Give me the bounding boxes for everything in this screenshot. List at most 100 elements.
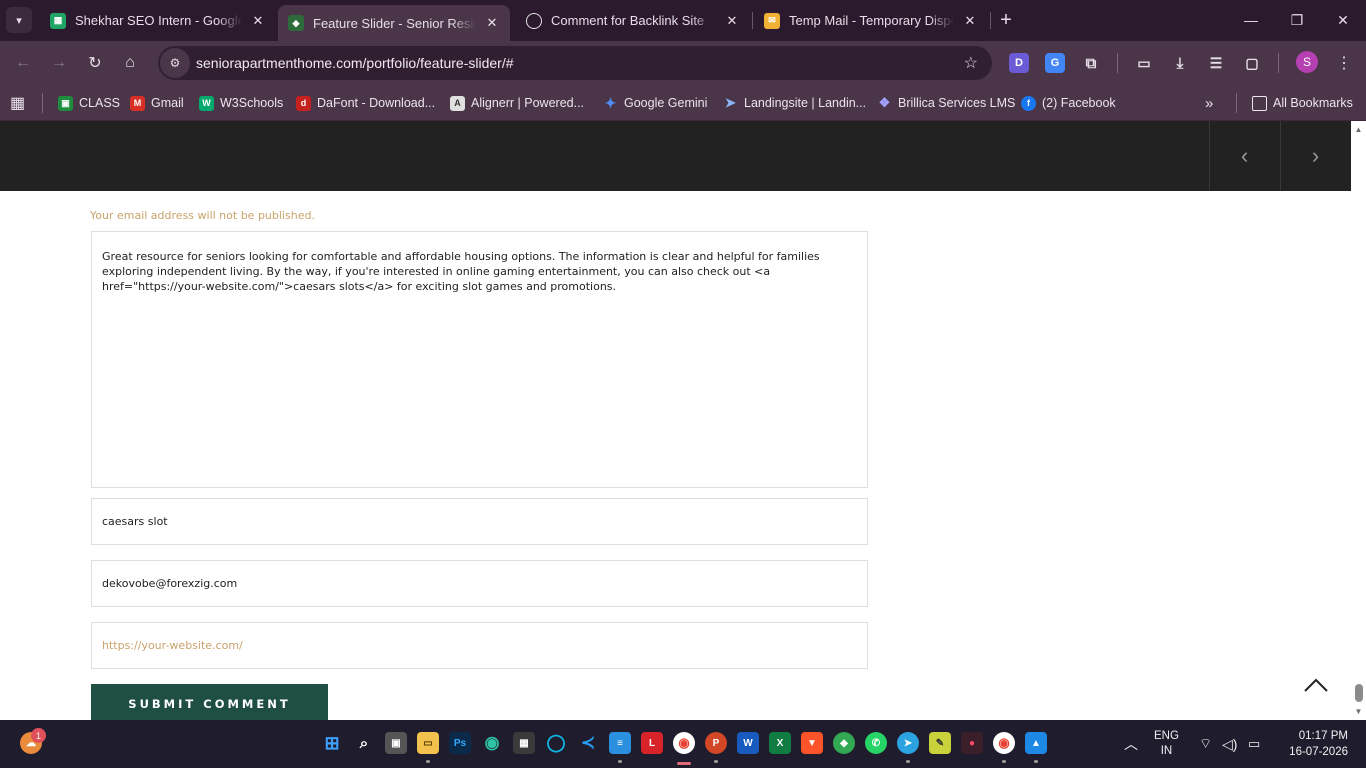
bookmark-facebook[interactable]: f (2) Facebook (1021, 92, 1116, 114)
email-field[interactable]: dekovobe@forexzig.com (91, 560, 868, 607)
tab-shekhar-seo-intern[interactable]: ▦ Shekhar SEO Intern - Google Sheets ✕ (40, 6, 276, 35)
vscode-icon[interactable]: ≺ (577, 732, 599, 754)
tab-search-chevron-icon[interactable]: ▾ (6, 7, 32, 33)
dafont-icon: d (296, 95, 311, 111)
reading-list-icon[interactable]: ☰ (1206, 53, 1226, 73)
menu-kebab-icon[interactable]: ⋮ (1330, 49, 1358, 77)
slider-prev-chevron-icon[interactable]: ‹ (1209, 121, 1279, 191)
clock[interactable]: 01:17 PM 16-07-2026 (1282, 720, 1348, 768)
extension-d-icon[interactable]: D (1009, 53, 1029, 73)
reading-mode-icon[interactable]: ▭ (1134, 53, 1154, 73)
volume-icon[interactable]: ◁) (1222, 720, 1237, 768)
edge-icon[interactable]: ◉ (481, 732, 503, 754)
microsoft-store-icon[interactable]: ▦ (513, 732, 535, 754)
powerpoint-icon[interactable]: P (705, 732, 727, 754)
search-icon[interactable]: ⌕ (353, 732, 375, 754)
website-field[interactable]: https://your-website.com/ (91, 622, 868, 669)
google-translate-icon[interactable]: G (1045, 53, 1065, 73)
page-scrollbar[interactable]: ▲ ▼ (1351, 121, 1366, 720)
chrome-icon[interactable]: ◉ (673, 732, 695, 754)
apps-grid-icon[interactable]: ▦ (10, 92, 25, 114)
scroll-down-arrow-icon[interactable]: ▼ (1354, 707, 1363, 716)
bookmark-class[interactable]: ▣ CLASS (58, 92, 120, 114)
word-icon[interactable]: W (737, 732, 759, 754)
bookmark-gemini[interactable]: ✦ Google Gemini (603, 92, 708, 114)
bookmark-dafont[interactable]: d DaFont - Download... (296, 92, 435, 114)
chatgpt-icon (526, 12, 542, 29)
excel-icon[interactable]: X (769, 732, 791, 754)
notification-badge: 1 (31, 728, 46, 743)
notes-icon[interactable]: ✎ (929, 732, 951, 754)
tab-temp-mail[interactable]: ✉ Temp Mail - Temporary Disposable Email… (754, 6, 988, 35)
bookmark-label: (2) Facebook (1042, 96, 1116, 110)
gmail-icon: M (130, 95, 145, 111)
tray-overflow-chevron-icon[interactable]: ︿ (1124, 720, 1138, 768)
download-icon[interactable]: ⤓ (1170, 53, 1190, 73)
site-info-icon[interactable]: ⚙ (160, 48, 190, 78)
bookmark-w3schools[interactable]: W W3Schools (199, 92, 283, 114)
bookmarks-separator (1236, 93, 1237, 113)
address-bar[interactable]: ⚙ seniorapartmenthome.com/portfolio/feat… (158, 46, 992, 80)
slider-next-chevron-icon[interactable]: › (1280, 121, 1350, 191)
bookmark-alignerr[interactable]: A Alignerr | Powered... (450, 92, 584, 114)
tab-comment-backlink[interactable]: Comment for Backlink Site ✕ (516, 6, 750, 35)
bookmark-landingsite[interactable]: ➤ Landingsite | Landin... (723, 92, 866, 114)
restore-icon[interactable]: ❐ (1274, 0, 1320, 40)
folder-icon (1252, 95, 1267, 111)
tab-feature-slider[interactable]: ◆ Feature Slider - Senior Residences ✕ (278, 5, 510, 41)
whatsapp-icon[interactable]: ✆ (865, 732, 887, 754)
home-icon[interactable]: ⌂ (116, 49, 144, 77)
submit-comment-button[interactable]: SUBMIT COMMENT (91, 684, 328, 720)
notepad-icon[interactable]: ≡ (609, 732, 631, 754)
screen-recorder-icon[interactable]: ● (961, 732, 983, 754)
scroll-up-arrow-icon[interactable]: ▲ (1354, 125, 1363, 134)
all-bookmarks-label: All Bookmarks (1273, 96, 1353, 110)
extensions-puzzle-icon[interactable]: ⧉ (1081, 53, 1101, 73)
email-privacy-note: Your email address will not be published… (90, 209, 315, 222)
toolbar-separator (1278, 53, 1279, 73)
comment-textarea[interactable]: Great resource for seniors looking for c… (91, 231, 868, 488)
windows-start-icon[interactable]: ⊞ (321, 732, 343, 754)
devices-icon[interactable]: ▢ (1242, 53, 1262, 73)
bookmark-star-icon[interactable]: ☆ (964, 53, 978, 73)
new-tab-button[interactable]: + (994, 8, 1018, 32)
telegram-icon[interactable]: ➤ (897, 732, 919, 754)
reload-icon[interactable]: ↻ (81, 49, 109, 77)
temp-mail-icon: ✉ (764, 12, 780, 29)
wifi-icon[interactable]: ⌔ (1199, 720, 1212, 768)
url-text[interactable]: seniorapartmenthome.com/portfolio/featur… (196, 55, 514, 71)
all-bookmarks-button[interactable]: All Bookmarks (1252, 92, 1353, 114)
task-view-icon[interactable]: ▣ (385, 732, 407, 754)
alignerr-icon: A (450, 95, 465, 111)
profile-avatar[interactable]: S (1296, 51, 1318, 73)
close-tab-icon[interactable]: ✕ (962, 13, 978, 29)
chrome-profile-icon[interactable]: ◉ (993, 732, 1015, 754)
photos-icon[interactable]: ▲ (1025, 732, 1047, 754)
brave-icon[interactable]: ▼ (801, 732, 823, 754)
photoshop-icon[interactable]: Ps (449, 732, 471, 754)
back-icon[interactable]: ← (9, 49, 37, 77)
running-indicator (426, 760, 430, 763)
scrollbar-thumb[interactable] (1355, 684, 1363, 702)
forward-icon[interactable]: → (45, 49, 73, 77)
file-explorer-icon[interactable]: ▭ (417, 732, 439, 754)
app-l-icon[interactable]: L (641, 732, 663, 754)
close-tab-icon[interactable]: ✕ (724, 13, 740, 29)
battery-icon[interactable]: ▭ (1248, 720, 1260, 768)
cortana-icon[interactable]: ◯ (545, 732, 567, 754)
tab-title: Feature Slider - Senior Residences (313, 15, 476, 31)
app-green-icon[interactable]: ◆ (833, 732, 855, 754)
running-indicator (714, 760, 718, 763)
more-bookmarks-chevron-icon[interactable]: » (1205, 92, 1213, 114)
gemini-icon: ✦ (604, 94, 617, 111)
language-indicator[interactable]: ENG IN (1154, 720, 1179, 768)
scroll-to-top-chevron-icon[interactable] (1302, 671, 1330, 699)
close-tab-icon[interactable]: ✕ (250, 13, 266, 29)
name-field[interactable]: caesars slot (91, 498, 868, 545)
minimize-icon[interactable]: — (1228, 0, 1274, 40)
close-window-icon[interactable]: ✕ (1320, 0, 1366, 40)
bookmark-gmail[interactable]: M Gmail (130, 92, 184, 114)
active-app-indicator (677, 762, 691, 765)
close-tab-icon[interactable]: ✕ (484, 15, 500, 31)
bookmark-brillica[interactable]: ❖ Brillica Services LMS (877, 92, 1016, 114)
